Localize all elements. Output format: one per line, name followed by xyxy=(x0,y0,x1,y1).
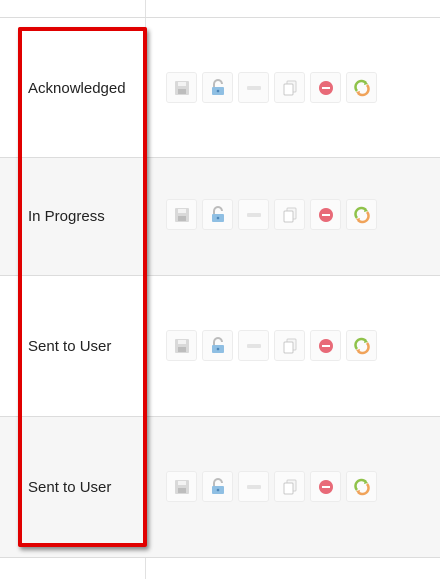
table-row: Sent to User xyxy=(0,417,440,558)
save-icon xyxy=(174,207,189,222)
minus-bar-icon xyxy=(246,484,261,489)
unlock-icon xyxy=(211,78,224,95)
save-button[interactable] xyxy=(166,199,197,230)
save-icon xyxy=(174,479,189,494)
row-actions xyxy=(166,330,377,361)
copy-icon xyxy=(283,207,296,222)
refresh-button[interactable] xyxy=(346,199,377,230)
unlock-button[interactable] xyxy=(202,330,233,361)
status-label: Sent to User xyxy=(28,479,112,496)
save-icon xyxy=(174,80,189,95)
stop-icon xyxy=(318,479,333,494)
refresh-icon xyxy=(353,337,370,354)
table-row: Sent to User xyxy=(0,276,440,417)
row-actions xyxy=(166,72,377,103)
minus-bar-icon xyxy=(246,85,261,90)
copy-button[interactable] xyxy=(274,72,305,103)
row-actions xyxy=(166,199,377,230)
minus-bar-button[interactable] xyxy=(238,330,269,361)
status-label: In Progress xyxy=(28,208,105,225)
minus-bar-icon xyxy=(246,343,261,348)
unlock-button[interactable] xyxy=(202,471,233,502)
save-button[interactable] xyxy=(166,72,197,103)
refresh-icon xyxy=(353,79,370,96)
status-label: Sent to User xyxy=(28,338,112,355)
stop-button[interactable] xyxy=(310,199,341,230)
copy-button[interactable] xyxy=(274,199,305,230)
unlock-button[interactable] xyxy=(202,199,233,230)
unlock-button[interactable] xyxy=(202,72,233,103)
unlock-icon xyxy=(211,205,224,222)
copy-icon xyxy=(283,80,296,95)
minus-bar-button[interactable] xyxy=(238,72,269,103)
unlock-icon xyxy=(211,477,224,494)
save-button[interactable] xyxy=(166,330,197,361)
copy-icon xyxy=(283,338,296,353)
stop-icon xyxy=(318,207,333,222)
minus-bar-button[interactable] xyxy=(238,199,269,230)
row-actions xyxy=(166,471,377,502)
refresh-button[interactable] xyxy=(346,330,377,361)
stop-icon xyxy=(318,338,333,353)
stop-button[interactable] xyxy=(310,72,341,103)
table-row-top xyxy=(0,0,440,18)
copy-button[interactable] xyxy=(274,471,305,502)
stop-button[interactable] xyxy=(310,330,341,361)
stop-button[interactable] xyxy=(310,471,341,502)
refresh-icon xyxy=(353,478,370,495)
table-row: In Progress xyxy=(0,158,440,276)
minus-bar-icon xyxy=(246,212,261,217)
stop-icon xyxy=(318,80,333,95)
table-row: Acknowledged xyxy=(0,18,440,158)
refresh-button[interactable] xyxy=(346,471,377,502)
copy-icon xyxy=(283,479,296,494)
save-icon xyxy=(174,338,189,353)
copy-button[interactable] xyxy=(274,330,305,361)
status-table: Acknowledged In Progress Sent to User Se… xyxy=(0,0,440,579)
status-label: Acknowledged xyxy=(28,80,126,97)
refresh-button[interactable] xyxy=(346,72,377,103)
refresh-icon xyxy=(353,206,370,223)
save-button[interactable] xyxy=(166,471,197,502)
unlock-icon xyxy=(211,336,224,353)
minus-bar-button[interactable] xyxy=(238,471,269,502)
